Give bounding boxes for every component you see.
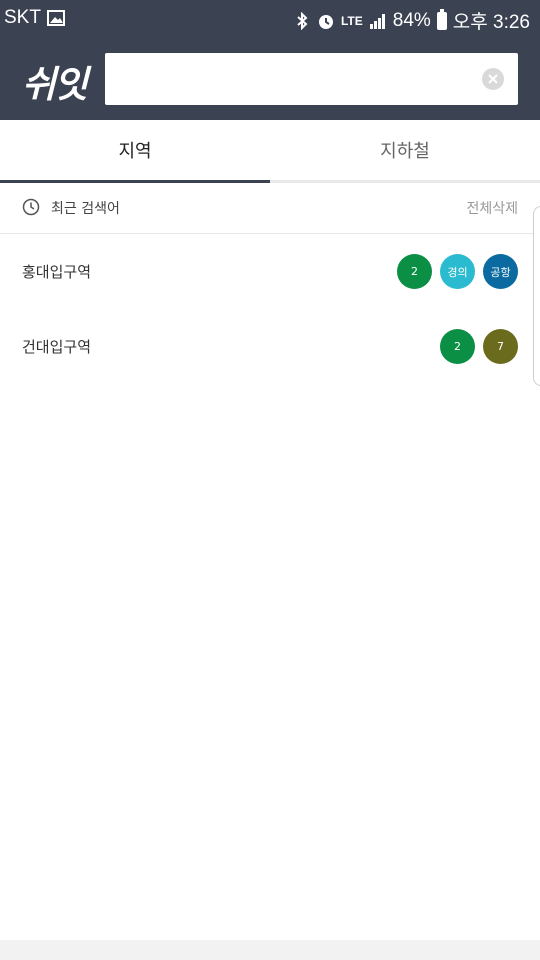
battery-icon xyxy=(436,8,447,30)
tab-bar: 지역 지하철 xyxy=(0,120,540,183)
edge-panel-handle[interactable] xyxy=(533,206,540,386)
line-badges: 2 경의 공항 xyxy=(397,254,518,289)
recent-item[interactable]: 건대입구역 2 7 xyxy=(0,309,540,385)
status-left: SKT xyxy=(4,7,65,29)
carrier-label: SKT xyxy=(4,7,41,28)
bottom-navigation-strip xyxy=(0,940,540,960)
search-box[interactable] xyxy=(105,53,518,105)
station-name: 홍대입구역 xyxy=(22,263,92,281)
app-header: 쉬잇 xyxy=(0,36,540,120)
recent-item[interactable]: 홍대입구역 2 경의 공항 xyxy=(0,234,540,310)
station-name: 건대입구역 xyxy=(22,338,92,356)
tab-region[interactable]: 지역 xyxy=(0,120,270,180)
line-badges: 2 7 xyxy=(440,329,518,364)
tab-subway[interactable]: 지하철 xyxy=(270,120,540,180)
recent-searches-header: 최근 검색어 전체삭제 xyxy=(0,183,540,234)
status-right: LTE 84% 오후 3:26 xyxy=(293,7,530,34)
app-logo[interactable]: 쉬잇 xyxy=(22,54,88,108)
alarm-icon xyxy=(318,14,333,29)
line-badge: 2 xyxy=(440,329,475,364)
clock-time: 오후 3:26 xyxy=(452,12,530,33)
line-badge: 7 xyxy=(483,329,518,364)
line-badge: 2 xyxy=(397,254,432,289)
network-type: LTE xyxy=(340,13,363,28)
battery-percent: 84% xyxy=(392,9,431,31)
clear-search-icon[interactable] xyxy=(482,68,504,90)
line-badge: 경의 xyxy=(440,254,475,289)
image-notification-icon xyxy=(46,10,65,26)
line-badge: 공항 xyxy=(483,254,518,289)
clock-icon xyxy=(22,198,40,216)
bluetooth-icon xyxy=(297,11,308,30)
clear-all-button[interactable]: 전체삭제 xyxy=(466,198,518,218)
recent-searches-title: 최근 검색어 xyxy=(51,201,120,217)
signal-icon xyxy=(369,13,385,29)
search-input[interactable] xyxy=(115,55,479,105)
status-bar: SKT LTE 84% 오후 3:26 xyxy=(0,0,540,36)
